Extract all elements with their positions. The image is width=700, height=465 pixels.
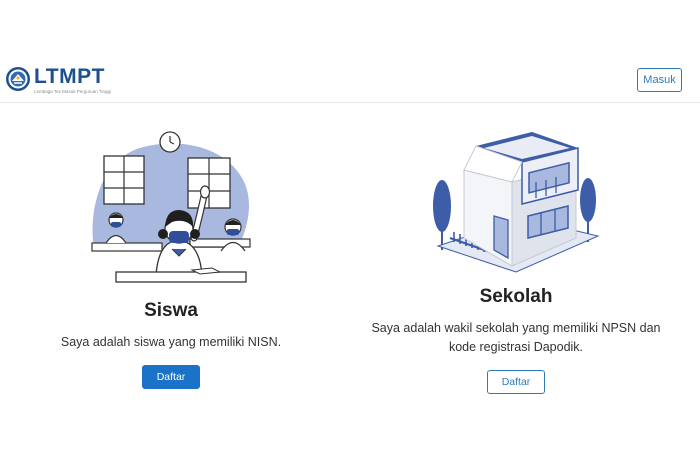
school-card-title: Sekolah xyxy=(479,286,553,307)
school-building-illustration xyxy=(433,132,600,273)
brand-logo-link[interactable]: LTMPT Lembaga Tes Masuk Perguruan Tinggi xyxy=(5,66,111,95)
brand-name: LTMPT xyxy=(34,65,105,88)
student-card: Siswa Saya adalah siswa yang memiliki NI… xyxy=(60,130,282,389)
ltmpt-emblem-icon xyxy=(6,67,30,91)
brand-text: LTMPT Lembaga Tes Masuk Perguruan Tinggi xyxy=(34,66,111,95)
student-card-description: Saya adalah siswa yang memiliki NISN. xyxy=(60,335,282,349)
school-card-description: Saya adalah wakil sekolah yang memiliki … xyxy=(371,321,661,354)
school-card: Sekolah Saya adalah wakil sekolah yang m… xyxy=(360,126,672,394)
login-button[interactable]: Masuk xyxy=(637,68,682,92)
brand-tagline: Lembaga Tes Masuk Perguruan Tinggi xyxy=(34,89,111,94)
student-register-button[interactable]: Daftar xyxy=(142,365,200,389)
student-classroom-illustration xyxy=(91,131,251,283)
top-navbar: LTMPT Lembaga Tes Masuk Perguruan Tinggi… xyxy=(0,0,700,103)
student-card-title: Siswa xyxy=(144,300,198,321)
school-register-button[interactable]: Daftar xyxy=(487,370,545,394)
